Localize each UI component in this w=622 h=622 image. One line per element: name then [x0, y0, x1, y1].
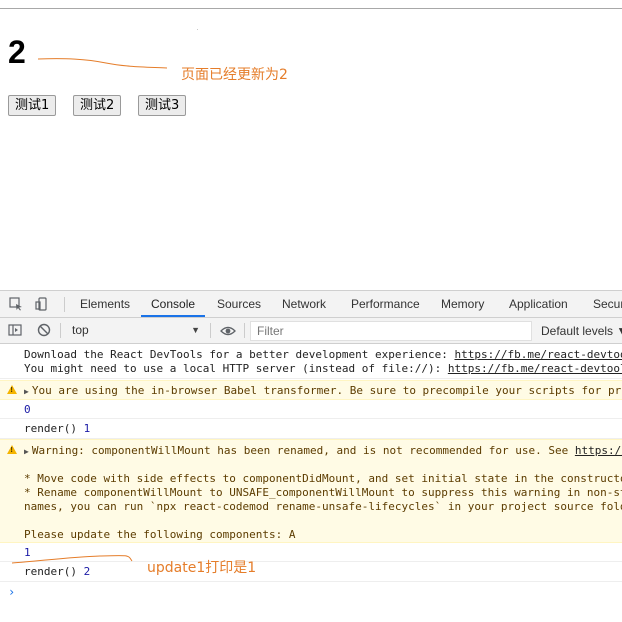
console-text: Download the React DevTools for a better… — [24, 348, 622, 362]
annotation-line-bottom — [11, 555, 133, 564]
clear-console-icon[interactable] — [37, 323, 51, 337]
stray-pixel — [197, 29, 198, 30]
toolbar-separator — [64, 297, 65, 312]
devtools-link[interactable]: https://fb.me/react-devtools — [454, 348, 622, 361]
browser-divider — [0, 8, 622, 9]
test1-button[interactable]: 测试1 — [8, 95, 57, 116]
console-text: render() 1 — [24, 422, 91, 435]
console-warning[interactable]: ! ▶ Warning: componentWillMount has been … — [0, 439, 622, 543]
annotation-top: 页面已经更新为2 — [181, 67, 288, 83]
tab-security[interactable]: Security — [593, 291, 622, 318]
expand-triangle-icon[interactable]: ▶ — [24, 445, 29, 459]
tab-network[interactable]: Network — [282, 291, 326, 318]
log-number: 0 — [24, 403, 31, 416]
inspect-element-icon[interactable] — [9, 297, 23, 311]
tab-elements[interactable]: Elements — [80, 291, 130, 318]
console-text: ▶ Warning: componentWillMount has been re… — [24, 444, 622, 459]
console-text: names, you can run `npx react-codemod re… — [24, 500, 622, 513]
tab-application[interactable]: Application — [509, 291, 568, 318]
console-text: ▶ You are using the in-browser Babel tran… — [24, 384, 622, 399]
devtools-panel: Elements Console Sources Network Perform… — [0, 290, 622, 622]
toolbar-separator — [244, 323, 245, 338]
count-display: 2 — [8, 34, 26, 70]
toolbar-separator — [210, 323, 211, 338]
active-tab-indicator — [141, 315, 205, 317]
console-log: render() 2 — [0, 562, 622, 582]
console-text: render() 2 — [24, 565, 91, 578]
console-output: Download the React DevTools for a better… — [0, 345, 622, 622]
console-log: render() 1 — [0, 419, 622, 439]
console-message: Download the React DevTools for a better… — [0, 348, 622, 379]
annotation-line-top — [37, 58, 168, 69]
filter-input[interactable]: Filter — [250, 321, 532, 341]
tab-sources[interactable]: Sources — [217, 291, 261, 318]
devtools-faq-link[interactable]: https://fb.me/react-devtools-faq — [448, 362, 622, 375]
console-warning[interactable]: ! ▶ You are using the in-browser Babel tr… — [0, 380, 622, 400]
console-text: You might need to use a local HTTP serve… — [24, 362, 622, 376]
toolbar-separator — [60, 323, 61, 338]
console-prompt[interactable]: › — [8, 585, 15, 599]
annotation-bottom: update1打印是1 — [147, 560, 257, 576]
console-text: * Rename componentWillMount to UNSAFE_co… — [24, 486, 622, 499]
expand-triangle-icon[interactable]: ▶ — [24, 385, 29, 399]
test3-button[interactable]: 测试3 — [138, 95, 187, 116]
devtools-tabbar: Elements Console Sources Network Perform… — [0, 290, 622, 318]
console-text: * Move code with side effects to compone… — [24, 472, 622, 485]
console-toolbar: top ▼ Filter Default levels ▼ — [0, 318, 622, 344]
context-select[interactable]: top ▼ — [66, 321, 206, 340]
warning-mark: ! — [10, 387, 13, 394]
tab-console[interactable]: Console — [151, 291, 195, 318]
chevron-down-icon: ▼ — [191, 325, 200, 335]
sidebar-toggle-icon[interactable] — [8, 323, 22, 337]
context-select-value: top — [72, 323, 89, 337]
console-text: Please update the following components: … — [24, 528, 296, 541]
tab-performance[interactable]: Performance — [351, 291, 420, 318]
test2-button[interactable]: 测试2 — [73, 95, 122, 116]
log-levels-dropdown[interactable]: Default levels ▼ — [541, 321, 622, 341]
eye-icon[interactable] — [220, 324, 236, 338]
warning-mark: ! — [10, 447, 13, 454]
tab-memory[interactable]: Memory — [441, 291, 484, 318]
lifecycle-link[interactable]: https://fb.me/react-unsafe-component-lif… — [575, 444, 622, 457]
console-log: 0 — [0, 401, 622, 419]
device-toolbar-icon[interactable] — [35, 297, 49, 311]
